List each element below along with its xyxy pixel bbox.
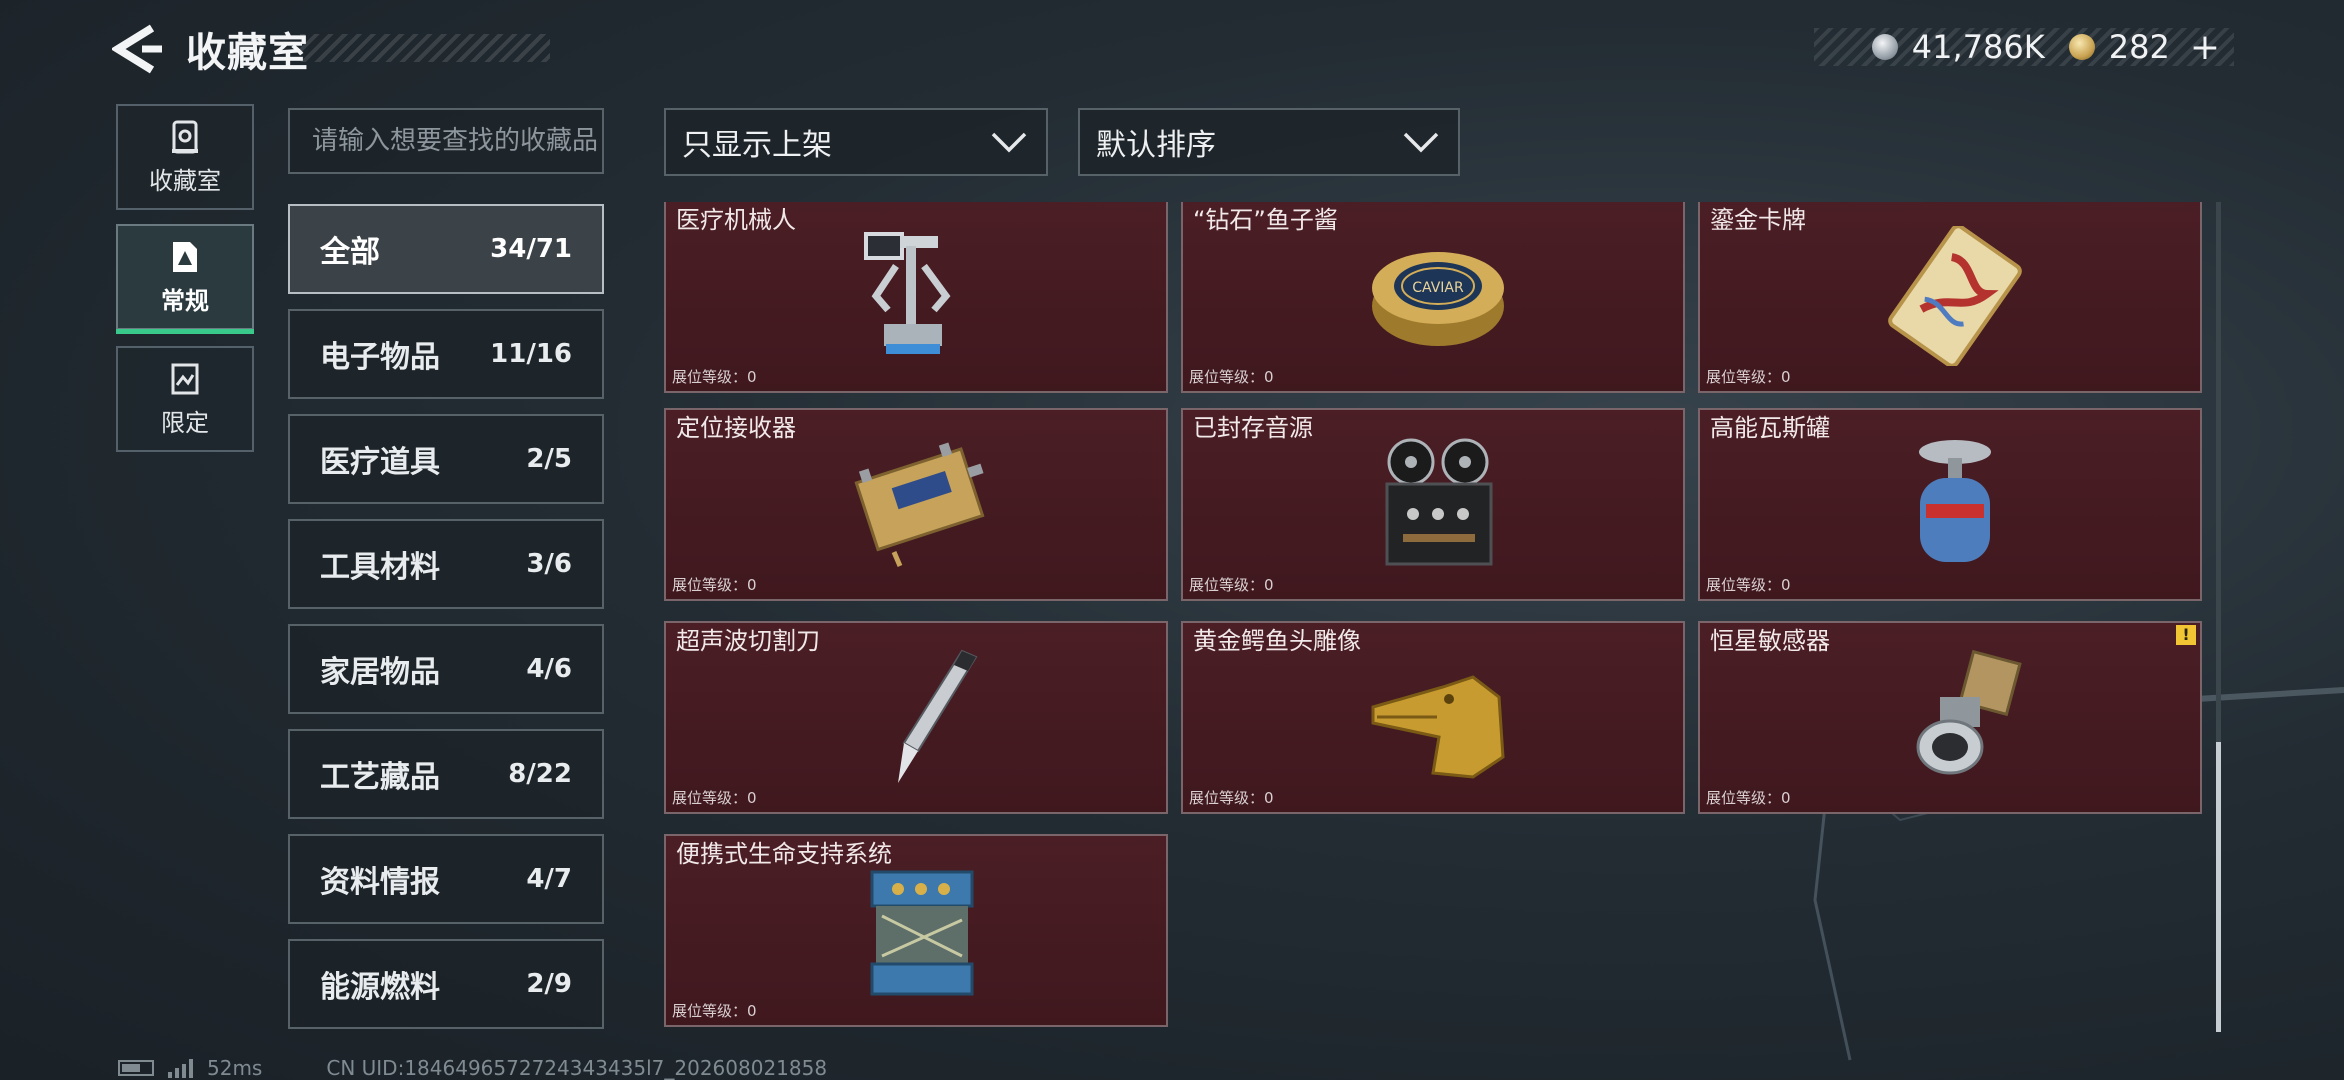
item-name: 医疗机械人 [676,206,796,234]
category-name: 能源燃料 [320,970,440,1005]
category-count: 3/6 [526,549,572,579]
collection-item-gilded-card[interactable]: 鎏金卡牌 展位等级：0 [1698,202,2202,393]
gold-crocodile-statue-image [1371,675,1505,779]
tab-label: 限定 [161,408,209,437]
category-name: 医疗道具 [320,445,440,480]
collection-item-medical-robot[interactable]: 医疗机械人 展位等级：0 [664,202,1168,393]
collection-item-star-sensor[interactable]: 恒星敏感器 展位等级：0 ! [1698,621,2202,814]
silver-coin-icon [1871,34,1898,60]
item-name: 高能瓦斯罐 [1710,414,1830,442]
tab-collection-room[interactable]: 收藏室 [116,104,254,210]
collection-item-caviar[interactable]: CAVIAR “钻石”鱼子酱 展位等级：0 [1181,202,1685,393]
collection-item-sealed-audio[interactable]: 已封存音源 展位等级：0 [1181,408,1685,601]
item-level: 展位等级：0 [1706,576,1791,594]
item-name: 恒星敏感器 [1710,627,1830,655]
category-count: 8/22 [508,759,572,789]
item-level: 展位等级：0 [672,368,757,386]
item-name: 便携式生命支持系统 [676,840,892,868]
category-count: 4/7 [526,864,572,894]
title-decoration [300,34,550,62]
warning-badge: ! [2176,625,2196,645]
category-count: 34/71 [490,234,572,264]
collection-grid: 医疗机械人 展位等级：0 CAVIAR “钻石”鱼子酱 展位等级：0 鎏金卡牌 … [660,202,2210,1032]
item-level: 展位等级：0 [1706,789,1791,807]
item-level: 展位等级：0 [1189,789,1274,807]
signal-icon [168,1058,193,1078]
category-energy[interactable]: 能源燃料 2/9 [288,939,604,1029]
item-level: 展位等级：0 [1706,368,1791,386]
gas-canister-image [1919,440,1991,562]
tab-regular[interactable]: 常规 [116,224,254,334]
category-count: 2/9 [526,969,572,999]
add-currency-button[interactable]: + [2190,27,2220,68]
chevron-down-icon [1403,132,1439,153]
positioning-receiver-image [854,442,985,567]
category-electronics[interactable]: 电子物品 11/16 [288,309,604,399]
collection-room-icon [172,120,198,153]
category-medical[interactable]: 医疗道具 2/5 [288,414,604,504]
caviar-tin-image: CAVIAR [1372,252,1504,346]
item-level: 展位等级：0 [1189,368,1274,386]
category-all[interactable]: 全部 34/71 [288,204,604,294]
category-count: 2/5 [526,444,572,474]
item-name: 已封存音源 [1193,414,1313,442]
item-name: 超声波切割刀 [676,627,820,655]
category-name: 家居物品 [320,655,440,690]
item-level: 展位等级：0 [672,576,757,594]
limited-icon [171,363,199,394]
item-level: 展位等级：0 [672,1002,757,1020]
regular-icon [173,241,197,272]
status-footer: 52ms CN UID:1846496572724343435l7_202608… [118,1056,827,1080]
tab-limited[interactable]: 限定 [116,346,254,452]
reel-to-reel-recorder-image [1385,438,1493,566]
item-name: “钻石”鱼子酱 [1193,206,1338,234]
category-intel[interactable]: 资料情报 4/7 [288,834,604,924]
star-sensor-image [1916,649,2022,775]
tab-label: 收藏室 [149,166,221,195]
category-name: 工具材料 [320,550,440,585]
battery-icon [118,1060,154,1076]
category-name: 工艺藏品 [320,760,440,795]
category-name: 电子物品 [320,340,440,375]
tab-label: 常规 [161,286,209,315]
display-filter-value: 只显示上架 [682,128,832,163]
display-filter-dropdown[interactable]: 只显示上架 [664,108,1048,176]
category-name: 全部 [320,235,380,270]
top-bar: 收藏室 41,786K 282 + [0,0,2344,100]
category-name: 资料情报 [320,865,440,900]
search-input[interactable] [288,108,604,174]
user-uid: CN UID:1846496572724343435l7_20260802185… [326,1056,828,1080]
item-level: 展位等级：0 [1189,576,1274,594]
life-support-system-image [870,870,974,996]
page-title: 收藏室 [186,30,309,76]
category-tools[interactable]: 工具材料 3/6 [288,519,604,609]
collection-item-positioning-receiver[interactable]: 定位接收器 展位等级：0 [664,408,1168,601]
currency-bar: 41,786K 282 + [1814,27,2234,68]
item-level: 展位等级：0 [672,789,757,807]
caviar-label: CAVIAR [1412,280,1464,296]
gold-coin-icon [2068,34,2095,60]
ultrasonic-knife-image [898,649,978,783]
scrollbar-thumb[interactable] [2216,742,2221,1032]
item-name: 黄金鳄鱼头雕像 [1193,627,1361,655]
collection-item-ultrasonic-knife[interactable]: 超声波切割刀 展位等级：0 [664,621,1168,814]
collection-item-life-support[interactable]: 便携式生命支持系统 展位等级：0 [664,834,1168,1027]
collection-item-gas-canister[interactable]: 高能瓦斯罐 展位等级：0 [1698,408,2202,601]
back-arrow-icon[interactable] [112,24,166,74]
category-count: 11/16 [490,339,572,369]
medical-robot-image [864,232,951,354]
category-household[interactable]: 家居物品 4/6 [288,624,604,714]
chevron-down-icon [991,132,1027,153]
category-crafts[interactable]: 工艺藏品 8/22 [288,729,604,819]
sort-value: 默认排序 [1096,128,1216,163]
item-name: 鎏金卡牌 [1710,206,1806,234]
gold-balance: 282 [2108,28,2170,66]
ping-value: 52ms [207,1056,263,1080]
item-name: 定位接收器 [676,414,796,442]
gilded-card-image [1888,226,2022,366]
category-count: 4/6 [526,654,572,684]
collection-item-gold-crocodile[interactable]: 黄金鳄鱼头雕像 展位等级：0 [1181,621,1685,814]
sort-dropdown[interactable]: 默认排序 [1078,108,1460,176]
silver-balance: 41,786K [1911,28,2045,66]
